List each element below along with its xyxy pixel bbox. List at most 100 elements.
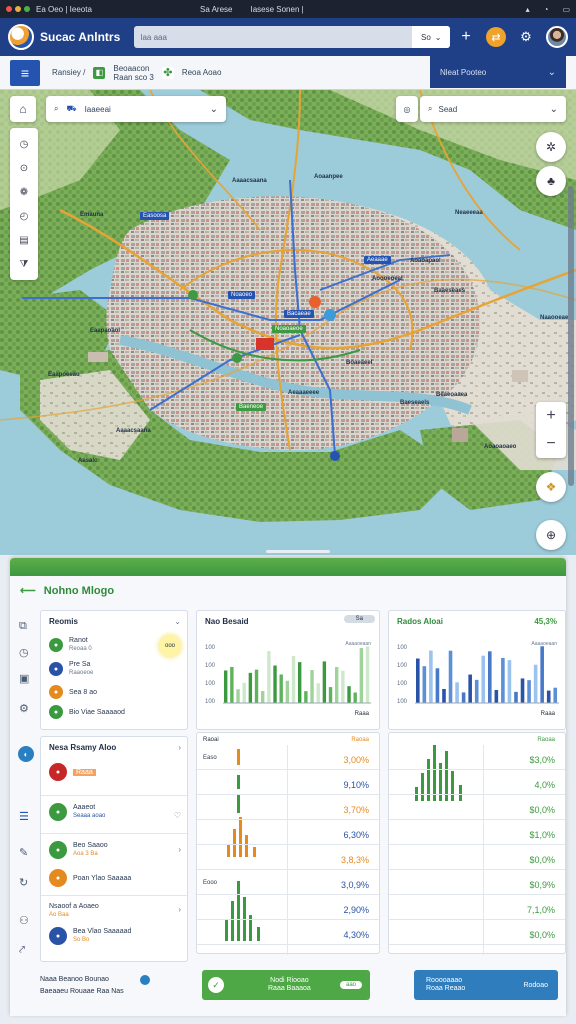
map-scrollbar[interactable] — [568, 186, 574, 486]
chart-bar — [448, 650, 453, 703]
list-icon[interactable]: ☰ — [19, 810, 29, 823]
table-icon[interactable]: ▤ — [19, 235, 28, 246]
notification-badge[interactable]: ooo — [159, 635, 181, 657]
breadcrumb-item-2[interactable]: Beoaacon Raan sco 3 — [113, 64, 153, 82]
os-menu-2[interactable]: Iasese Sonen | — [250, 5, 303, 14]
back-arrow-icon[interactable]: ⟵ — [20, 584, 36, 597]
layer-select[interactable]: Nleat Pooteo ⌄ — [430, 56, 566, 88]
tree-icon[interactable]: ♣ — [536, 166, 566, 196]
map-route-chip[interactable]: Baeneoe — [236, 403, 267, 411]
map-place-label: Eaapaoaol — [90, 328, 121, 334]
chevron-right-icon[interactable]: › — [178, 743, 181, 752]
footer-title: Naaa Beanoo Bounao — [40, 976, 109, 983]
right-chart-title: Rados Aloai — [397, 617, 443, 626]
station-item[interactable]: Nsaoof a Aoaeo Ao Baa — [49, 903, 99, 919]
chart-bar — [310, 670, 314, 703]
compass-icon[interactable]: ◷ — [20, 139, 29, 150]
info-icon[interactable] — [140, 975, 150, 985]
map-route-chip[interactable]: Aeaaae — [364, 256, 391, 264]
network-icon[interactable]: ✲ — [536, 132, 566, 162]
zoom-out-button[interactable]: − — [546, 435, 555, 453]
map-route-chip[interactable]: Noaoeo — [228, 291, 256, 299]
minimize-window-icon[interactable] — [15, 6, 21, 12]
map-view[interactable]: Aaaacsaana Aoaanpee Emauna Neaeeeaa Baae… — [0, 90, 576, 555]
window-controls[interactable] — [6, 6, 30, 12]
sync-icon[interactable]: ⇄ — [486, 27, 506, 47]
route-item[interactable]: ● Ranot Reoaa 0 — [49, 637, 92, 653]
chart-bar — [304, 691, 308, 703]
station-item[interactable]: ● Bea Vlao Saaaaad So Bo — [49, 927, 131, 945]
panel-drag-handle[interactable] — [266, 550, 330, 553]
chevron-down-icon[interactable]: ⌄ — [174, 617, 181, 626]
os-menu-1[interactable]: Sa Arese — [200, 5, 232, 14]
route-item[interactable]: ● Bio Viae Saaaaod — [49, 705, 125, 719]
chart-bar — [291, 655, 296, 703]
map-route-chip[interactable]: Bacaeae — [284, 310, 314, 318]
recenter-icon[interactable]: ⊕ — [536, 520, 566, 550]
map-search-label: Iaaeeai — [84, 104, 111, 114]
footer-summary[interactable]: Naaa Beanoo Bounao Baeaaeu Rouaae Raa Na… — [10, 968, 188, 1010]
station-item[interactable]: ● Raaa — [49, 763, 96, 781]
search-input[interactable]: Iaa aaa So ⌄ — [134, 26, 451, 48]
station-item[interactable]: ● Aaaeot Seaaa aoao — [49, 803, 105, 821]
right-table-spark — [415, 745, 462, 801]
route-item[interactable]: ● Sea 8 ao — [49, 685, 97, 699]
refresh-icon[interactable]: ↻ — [19, 876, 28, 889]
station-item[interactable]: ● Beo Saaoo Aoa 3 Ba — [49, 841, 108, 859]
chevron-right-icon[interactable]: › — [178, 845, 181, 854]
map-route-chip[interactable]: Noaoaeoe — [272, 325, 306, 333]
chevron-right-icon[interactable]: › — [178, 905, 181, 914]
user-icon[interactable]: ⚇ — [19, 914, 29, 927]
layers-icon[interactable]: ⧉ — [19, 620, 27, 633]
left-chart-filter-pill[interactable]: Sa — [343, 615, 375, 623]
target-icon[interactable]: ⊙ — [20, 163, 28, 174]
map-place-label: Eaapoeeau — [48, 372, 80, 378]
route-item-sub: Raaoeoe — [69, 670, 94, 676]
chart-bar — [335, 666, 339, 703]
route-item[interactable]: ● Pre Sa Raaoeoe — [49, 661, 93, 677]
zoom-in-button[interactable]: + — [546, 407, 555, 425]
settings-icon[interactable]: ⚙ — [19, 702, 29, 715]
search-scope-select[interactable]: So ⌄ — [412, 26, 451, 48]
layers-icon[interactable]: ❖ — [536, 472, 566, 502]
chart-bar — [285, 680, 290, 703]
edit-icon[interactable]: ✎ — [19, 846, 28, 859]
station-item[interactable]: ● Poan Ylao Saaaaa — [49, 869, 131, 887]
hamburger-menu-button[interactable]: ≡ — [10, 59, 40, 86]
filter-icon[interactable]: ⧩ — [20, 259, 29, 270]
trend-icon[interactable]: ⤤ — [19, 944, 25, 957]
map-layer-select[interactable]: ⌕ Sead ⌄ — [420, 96, 566, 122]
map-place-label: Neaeeeaa — [455, 210, 483, 216]
palette-icon[interactable]: ❁ — [20, 187, 28, 198]
close-window-icon[interactable] — [6, 6, 12, 12]
chart-bar — [422, 666, 427, 703]
home-icon[interactable]: ⌂ — [10, 96, 36, 122]
chart-bar — [347, 686, 351, 703]
globe-icon[interactable]: ◐ — [18, 746, 34, 762]
location-icon[interactable]: ◎ — [396, 96, 418, 122]
heart-icon[interactable]: ♡ — [174, 811, 181, 820]
map-route-chip[interactable]: Easoosa — [140, 212, 170, 220]
maximize-window-icon[interactable] — [24, 6, 30, 12]
clock-icon[interactable]: ◷ — [19, 646, 29, 659]
chart-bar — [494, 689, 499, 703]
spark-bar — [227, 845, 230, 857]
image-icon[interactable]: ▣ — [19, 672, 29, 685]
breadcrumb-item-1[interactable]: Ransiey / — [52, 68, 85, 77]
report-button[interactable]: Rooooaaao Roaa Reaao Rodoao — [414, 970, 558, 1000]
add-icon[interactable]: + — [456, 27, 476, 47]
breadcrumb-item-3[interactable]: Reoa Aoao — [182, 68, 222, 77]
stations-card: Nesa Rsamy Aloo › ● Raaa ● Aaaeot Seaaa a… — [40, 736, 188, 962]
station-item-label: Beo Saaoo — [73, 842, 108, 849]
map-search-select[interactable]: ⌕ ⛟ Iaaeeai ⌄ — [46, 96, 226, 122]
clock-icon[interactable]: ◴ — [20, 211, 29, 222]
spark-bar — [237, 775, 240, 789]
user-avatar[interactable] — [546, 26, 568, 48]
navigate-button[interactable]: ✓ Nodi Riooao Raaa Baaaoa aao — [202, 970, 370, 1000]
chart-bar — [416, 658, 420, 703]
spark-bar — [225, 919, 228, 941]
settings-icon[interactable]: ⚙ — [516, 27, 536, 47]
map-place-label: Aoaoapaol — [410, 258, 441, 264]
y-tick: 100 — [205, 645, 216, 651]
table-row-value: $0,0% — [529, 930, 555, 940]
